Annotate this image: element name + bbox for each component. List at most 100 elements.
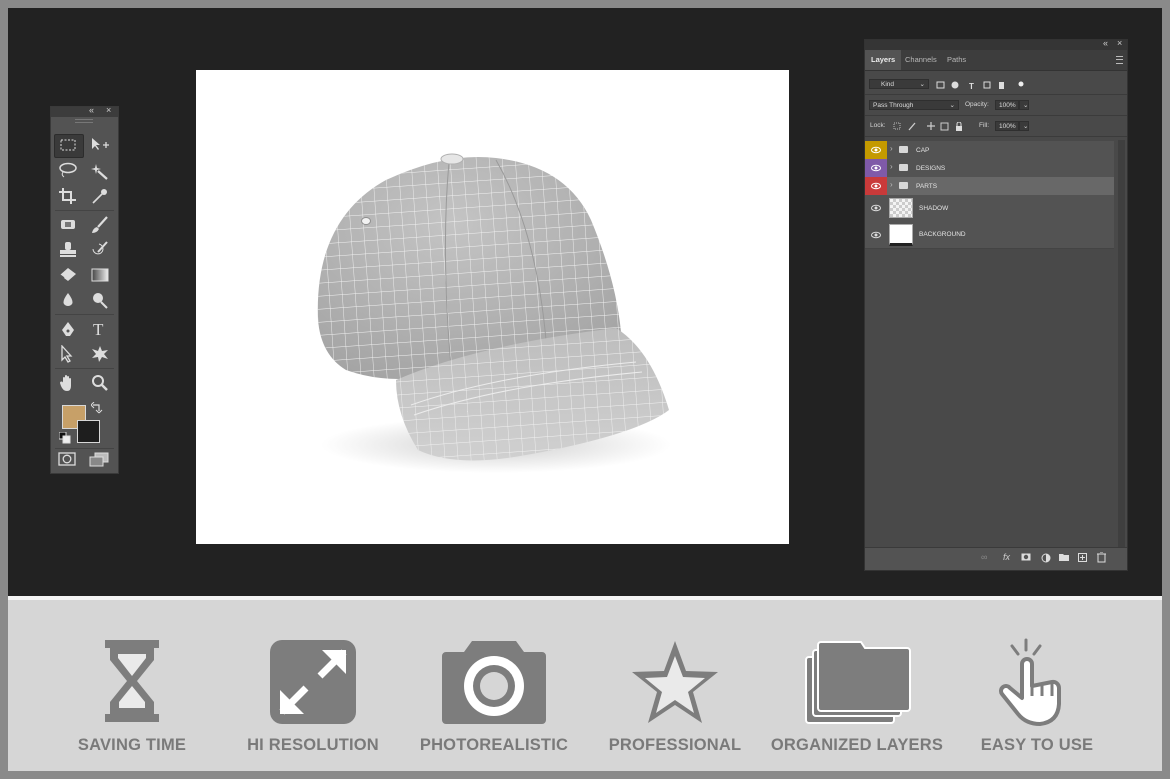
link-layers-icon[interactable]: ∞ bbox=[981, 552, 987, 562]
tap-hand-icon bbox=[999, 638, 1061, 726]
pen-tool[interactable] bbox=[54, 317, 82, 339]
screen-mode-icon[interactable] bbox=[89, 452, 109, 467]
brush-tool[interactable] bbox=[86, 213, 114, 235]
panel-grip[interactable] bbox=[51, 117, 118, 124]
lock-icons[interactable] bbox=[893, 122, 963, 131]
tools-divider bbox=[55, 448, 114, 449]
layer-group-row[interactable]: › DESIGNS bbox=[865, 159, 1114, 178]
layer-group-row[interactable]: › PARTS bbox=[865, 177, 1114, 196]
feature-label: PROFESSIONAL bbox=[608, 736, 742, 754]
path-selection-tool[interactable] bbox=[54, 342, 82, 364]
layer-color-tag[interactable] bbox=[865, 141, 887, 159]
tab-layers[interactable]: Layers bbox=[865, 50, 902, 70]
chevron-down-icon: ⌄ bbox=[949, 102, 955, 109]
eraser-icon bbox=[59, 268, 76, 281]
fill-dropdown[interactable]: ⌄ bbox=[1019, 121, 1029, 131]
chevron-right-icon[interactable]: › bbox=[890, 162, 893, 171]
layer-group-row[interactable]: › CAP bbox=[865, 141, 1114, 160]
eye-icon bbox=[871, 164, 881, 172]
filter-icons[interactable]: T bbox=[936, 81, 1026, 91]
chevron-right-icon[interactable]: › bbox=[890, 180, 893, 189]
zoom-tool[interactable] bbox=[86, 371, 114, 393]
magic-wand-icon bbox=[91, 164, 108, 180]
eyedropper-icon bbox=[92, 189, 107, 204]
filter-row: Kind ⌄ T bbox=[865, 74, 1127, 94]
layer-name: SHADOW bbox=[919, 205, 949, 212]
feature-label: PHOTOREALISTIC bbox=[419, 736, 569, 754]
opacity-input[interactable]: 100% bbox=[995, 100, 1019, 110]
eye-icon bbox=[871, 182, 881, 190]
feature-label: ORGANIZED LAYERS bbox=[770, 736, 944, 754]
add-mask-icon[interactable] bbox=[1021, 553, 1031, 562]
type-tool[interactable]: T bbox=[86, 317, 114, 339]
layer-row[interactable]: SHADOW bbox=[865, 195, 1114, 222]
blend-mode-label: Pass Through bbox=[873, 102, 914, 109]
new-group-icon[interactable] bbox=[1059, 553, 1070, 562]
background-color-swatch[interactable] bbox=[77, 420, 100, 443]
tab-paths[interactable]: Paths bbox=[941, 50, 972, 70]
folder-icon bbox=[899, 182, 908, 189]
marquee-tool[interactable] bbox=[54, 134, 84, 158]
tools-panel-header: « × bbox=[51, 105, 118, 117]
hand-icon bbox=[60, 375, 71, 391]
layer-name: DESIGNS bbox=[916, 165, 946, 172]
opacity-dropdown[interactable]: ⌄ bbox=[1019, 100, 1029, 110]
move-tool[interactable] bbox=[86, 134, 114, 156]
feature-professional: PROFESSIONAL bbox=[575, 638, 775, 758]
crop-icon bbox=[59, 188, 76, 204]
magic-wand-tool[interactable] bbox=[86, 159, 114, 181]
hand-tool[interactable] bbox=[54, 371, 82, 393]
chevron-right-icon[interactable]: › bbox=[890, 144, 893, 153]
photoshop-workspace: « × T « × Layers Channels Paths Kind ⌄ T… bbox=[8, 8, 1162, 596]
tools-panel: « × T bbox=[50, 105, 119, 474]
trash-icon[interactable] bbox=[1097, 552, 1106, 563]
crop-tool[interactable] bbox=[54, 184, 82, 206]
lasso-tool[interactable] bbox=[54, 159, 82, 181]
eye-icon bbox=[871, 231, 881, 239]
layer-color-tag[interactable] bbox=[865, 159, 887, 177]
new-layer-icon[interactable] bbox=[1078, 553, 1088, 563]
dodge-tool[interactable] bbox=[86, 288, 114, 310]
type-icon: T bbox=[93, 320, 104, 338]
layer-row[interactable]: BACKGROUND bbox=[865, 221, 1114, 249]
panel-tabs: Layers Channels Paths bbox=[865, 50, 1127, 71]
blend-mode-select[interactable]: Pass Through ⌄ bbox=[869, 100, 959, 110]
swap-colors-icon[interactable] bbox=[91, 402, 103, 414]
adjustment-layer-icon[interactable] bbox=[1041, 553, 1051, 563]
drop-icon bbox=[63, 293, 73, 306]
features-strip: SAVING TIME HI RESOLUTION PHOTOREALISTIC… bbox=[8, 600, 1162, 771]
clone-stamp-tool[interactable] bbox=[54, 238, 82, 260]
filter-kind-select[interactable]: Kind ⌄ bbox=[869, 79, 929, 89]
history-brush-tool[interactable] bbox=[86, 238, 114, 260]
layer-color-tag[interactable] bbox=[865, 177, 887, 195]
chevron-down-icon: ⌄ bbox=[1023, 102, 1029, 109]
lock-label: Lock: bbox=[870, 122, 886, 129]
visibility-toggle[interactable] bbox=[865, 221, 887, 248]
collapse-icon[interactable]: « bbox=[1103, 38, 1108, 48]
folder-icon bbox=[899, 146, 908, 153]
bandage-icon bbox=[61, 220, 75, 229]
eye-icon bbox=[871, 146, 881, 154]
quick-mask-icon[interactable] bbox=[58, 452, 76, 467]
healing-brush-tool[interactable] bbox=[54, 213, 82, 235]
layers-scrollbar[interactable] bbox=[1118, 140, 1125, 550]
fx-icon[interactable]: fx bbox=[1003, 552, 1010, 562]
panel-menu-icon[interactable] bbox=[1116, 56, 1123, 64]
feature-label: HI RESOLUTION bbox=[247, 736, 379, 754]
document-canvas[interactable] bbox=[196, 70, 789, 544]
visibility-toggle[interactable] bbox=[865, 195, 887, 221]
gradient-tool[interactable] bbox=[86, 263, 114, 285]
eraser-tool[interactable] bbox=[54, 263, 82, 285]
fill-input[interactable]: 100% bbox=[995, 121, 1019, 131]
magnifier-icon bbox=[92, 375, 108, 391]
close-icon[interactable]: × bbox=[1117, 38, 1122, 48]
svg-text:T: T bbox=[969, 82, 974, 91]
eyedropper-tool[interactable] bbox=[86, 184, 114, 206]
feature-hi-resolution: HI RESOLUTION bbox=[213, 638, 413, 758]
close-icon[interactable]: × bbox=[106, 105, 111, 115]
blur-tool[interactable] bbox=[54, 288, 82, 310]
tab-channels[interactable]: Channels bbox=[899, 50, 943, 70]
collapse-icon[interactable]: « bbox=[89, 105, 94, 115]
default-colors-icon[interactable] bbox=[59, 432, 71, 444]
shape-tool[interactable] bbox=[86, 342, 114, 364]
